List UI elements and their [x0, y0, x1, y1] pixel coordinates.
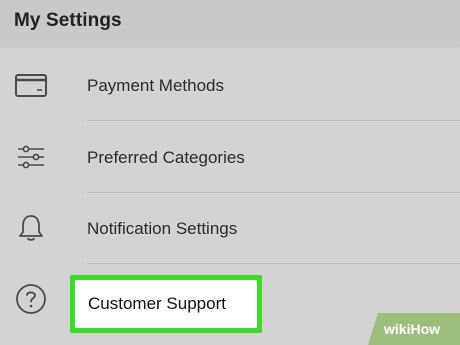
- settings-item-label: Preferred Categories: [87, 148, 245, 167]
- row-divider: [87, 120, 460, 121]
- credit-card-icon: [14, 68, 48, 102]
- settings-item-label: Payment Methods: [87, 76, 225, 95]
- settings-item-preferred-categories[interactable]: Preferred Categories: [0, 122, 460, 193]
- settings-item-label: Notification Settings: [87, 219, 238, 238]
- page-title: My Settings: [14, 10, 122, 31]
- settings-screen: My Settings Payment Methods Preferred Ca…: [0, 0, 460, 345]
- bell-icon: [14, 211, 48, 245]
- question-circle-icon: [14, 282, 48, 316]
- wikihow-watermark: wikiHow: [368, 313, 460, 345]
- watermark-how: How: [410, 321, 441, 337]
- sliders-icon: [14, 140, 48, 174]
- settings-item-payment-methods[interactable]: Payment Methods: [0, 50, 460, 121]
- watermark-wiki: wiki: [384, 321, 411, 337]
- customer-support-label: Customer Support: [88, 294, 226, 313]
- customer-support-highlight[interactable]: Customer Support: [70, 275, 262, 333]
- app-header: My Settings: [0, 0, 460, 46]
- settings-item-notification-settings[interactable]: Notification Settings: [0, 193, 460, 264]
- watermark-text: wikiHow: [384, 321, 440, 337]
